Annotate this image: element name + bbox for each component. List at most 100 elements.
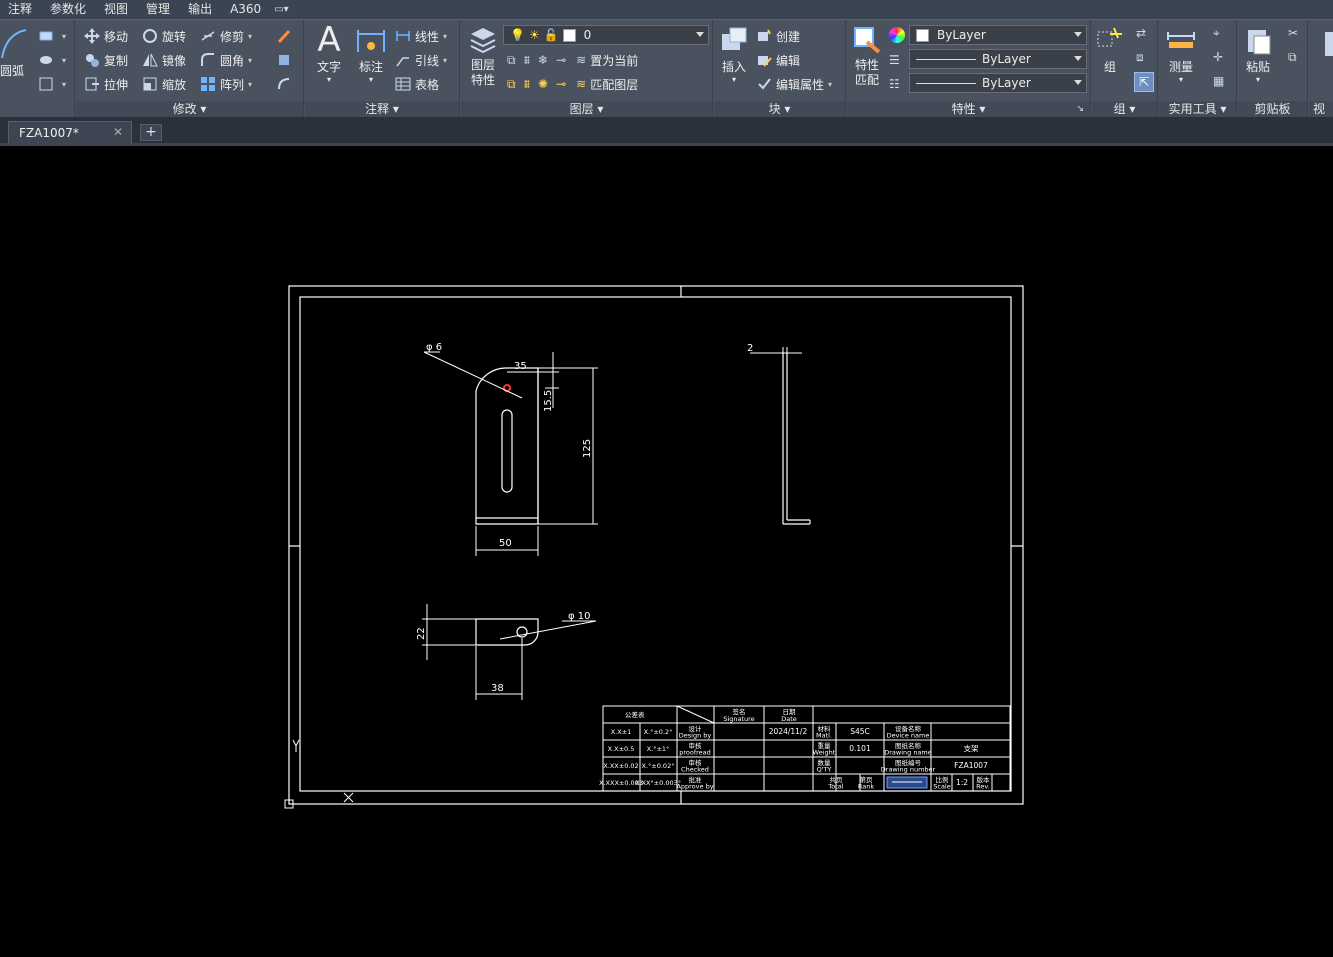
paste-button[interactable]: 粘贴 ▾ bbox=[1242, 24, 1274, 84]
trim-icon bbox=[201, 31, 215, 41]
tb-signature-en: Signature bbox=[723, 715, 754, 723]
tb-role-proofread: 审核 proofread bbox=[679, 741, 711, 757]
tb-label-line: Total bbox=[827, 783, 843, 791]
match-properties-button[interactable]: 特性 匹配 bbox=[851, 24, 883, 88]
dialog-launcher-icon[interactable]: ↘ bbox=[1076, 101, 1084, 118]
set-current-button[interactable]: ≋ 置为当前 bbox=[576, 52, 638, 69]
dim-50: 50 bbox=[499, 538, 512, 549]
linetype-dropdown[interactable]: ByLayer bbox=[909, 49, 1087, 69]
top-view[interactable] bbox=[475, 618, 539, 646]
block-panel-title[interactable]: 块 ▾ bbox=[714, 101, 845, 118]
create-block-button[interactable]: 创建 bbox=[756, 26, 800, 46]
new-tab-button[interactable]: + bbox=[140, 124, 162, 141]
group-panel-title[interactable]: 组 ▾ bbox=[1092, 101, 1157, 118]
workspace-switch-icon[interactable]: ▭▾ bbox=[274, 4, 288, 15]
table-button[interactable]: 表格 bbox=[395, 74, 439, 94]
copy-clip-icon[interactable]: ⧉ bbox=[1288, 50, 1297, 65]
point-icon[interactable]: ✛ bbox=[1213, 50, 1223, 64]
layer-off-icon[interactable]: ⧉ bbox=[507, 53, 516, 68]
hatch-icon bbox=[40, 56, 52, 64]
tb-drawing-name-value: 支架 bbox=[964, 743, 979, 753]
mirror-button[interactable]: 镜像 bbox=[142, 50, 186, 70]
view-panel-title[interactable]: 视图 bbox=[1309, 101, 1333, 118]
copy-button[interactable]: 复制 bbox=[84, 50, 128, 70]
layer-unlock-icon[interactable]: ⊸ bbox=[556, 77, 566, 91]
layer-walk-icon[interactable]: ⩩ bbox=[524, 77, 530, 92]
menu-item-annotate[interactable]: 注释 bbox=[0, 0, 41, 19]
group-button[interactable]: 组 bbox=[1094, 24, 1126, 75]
menu-item-parametric[interactable]: 参数化 bbox=[41, 0, 95, 19]
draw-small-3[interactable]: ▾ bbox=[38, 74, 66, 94]
layer-freeze-icon[interactable]: ❄ bbox=[538, 53, 548, 67]
drawing-canvas[interactable]: φ 6 35 15.5 125 50 2 22 φ 10 38 公差表 签名 Si… bbox=[0, 146, 1333, 957]
panel-layers: 图层 特性 💡 ☀ 🔓 0 ⧉ ⩩ ❄ ⊸ ≋ 置为当前 ⧉ ⩩ ✺ ⊸ ≋ 匹配图… bbox=[461, 20, 713, 118]
move-button[interactable]: 移动 bbox=[84, 26, 128, 46]
menu-item-manage[interactable]: 管理 bbox=[137, 0, 179, 19]
arc-button[interactable]: 圆弧 bbox=[0, 60, 24, 80]
layer-isolate-icon[interactable]: ⩩ bbox=[524, 53, 530, 68]
menu-item-a360[interactable]: A360 bbox=[221, 0, 270, 19]
tb-label-line: Weight bbox=[813, 749, 836, 757]
leader-button[interactable]: 引线 ▾ bbox=[395, 50, 447, 70]
ungroup-icon[interactable]: ⇄ bbox=[1136, 26, 1146, 40]
view-icon[interactable] bbox=[1323, 30, 1333, 58]
layers-panel-title[interactable]: 图层 ▾ bbox=[461, 101, 712, 118]
lineweight-dropdown[interactable]: ByLayer bbox=[909, 73, 1087, 93]
stretch-button[interactable]: 拉伸 bbox=[84, 74, 128, 94]
side-view[interactable] bbox=[782, 352, 811, 525]
match-layer-button[interactable]: ≋ 匹配图层 bbox=[576, 76, 638, 93]
layer-properties-button[interactable]: 图层 特性 bbox=[467, 24, 499, 88]
arc-icon[interactable] bbox=[0, 26, 28, 62]
arc-label: 圆弧 bbox=[0, 63, 25, 78]
insert-button[interactable]: 插入 ▾ bbox=[718, 24, 750, 84]
tb-role-approve: 批准 Approve by bbox=[676, 775, 713, 791]
layer-on-icon[interactable]: ⧉ bbox=[507, 77, 516, 92]
calculator-icon[interactable]: ▦ bbox=[1213, 74, 1224, 88]
tb-label-line: Drawing number bbox=[881, 766, 936, 774]
offset-button[interactable] bbox=[276, 74, 296, 94]
group-select-icon[interactable]: ⇱ bbox=[1134, 72, 1154, 92]
utilities-panel-title[interactable]: 实用工具 ▾ bbox=[1159, 101, 1236, 118]
insert-block-icon bbox=[722, 27, 747, 50]
menu-item-output[interactable]: 输出 bbox=[179, 0, 221, 19]
properties-panel-title[interactable]: 特性 ▾ ↘ bbox=[847, 101, 1090, 118]
dimension-button[interactable]: 标注 ▾ bbox=[355, 24, 387, 84]
rotate-button[interactable]: 旋转 bbox=[142, 26, 186, 46]
annotation-panel-title[interactable]: 注释 ▾ bbox=[305, 101, 459, 118]
linetype-icon: ☰ bbox=[889, 53, 900, 67]
layer-lock-icon[interactable]: ⊸ bbox=[556, 53, 566, 67]
text-button[interactable]: A 文字 ▾ bbox=[313, 23, 345, 84]
tb-label-line: Q'TY bbox=[817, 766, 832, 774]
fillet-button[interactable]: 圆角 ▾ bbox=[200, 50, 252, 70]
layer-dropdown[interactable]: 💡 ☀ 🔓 0 bbox=[503, 25, 709, 45]
trim-button[interactable]: 修剪 ▾ bbox=[200, 26, 252, 46]
linear-button[interactable]: 线性 ▾ bbox=[395, 26, 447, 46]
edit-attributes-button[interactable]: 编辑属性 ▾ bbox=[756, 74, 832, 94]
cut-icon[interactable]: ✂ bbox=[1288, 26, 1298, 40]
explode-button[interactable] bbox=[276, 50, 296, 70]
panel-draw: 圆弧 ▾ ▾ ▾ bbox=[0, 20, 75, 118]
model-space[interactable]: φ 6 35 15.5 125 50 2 22 φ 10 38 公差表 签名 Si… bbox=[0, 146, 1333, 957]
modify-panel-title[interactable]: 修改 ▾ bbox=[76, 101, 303, 118]
panel-properties: 特性 匹配 ☰ ☷ ByLayer ByLayer ByLayer 特性 ▾ ↘ bbox=[847, 20, 1091, 118]
measure-button[interactable]: 测量 ▾ bbox=[1165, 24, 1197, 84]
color-dropdown[interactable]: ByLayer bbox=[909, 25, 1087, 45]
menu-item-view[interactable]: 视图 bbox=[95, 0, 137, 19]
edit-block-button[interactable]: 编辑 bbox=[756, 50, 800, 70]
group-edit-icon[interactable]: ⧈ bbox=[1136, 50, 1144, 65]
draw-small-2[interactable]: ▾ bbox=[38, 50, 66, 70]
document-tab[interactable]: FZA1007* ✕ bbox=[8, 121, 132, 143]
erase-button[interactable] bbox=[276, 26, 296, 46]
close-icon[interactable]: ✕ bbox=[113, 125, 123, 139]
array-button[interactable]: 阵列 ▾ bbox=[200, 74, 252, 94]
light-on-icon: 💡 bbox=[510, 28, 525, 42]
tb-weight-label: 重量 Weight bbox=[813, 742, 836, 757]
id-point-icon[interactable]: ⌖ bbox=[1213, 26, 1220, 41]
layer-thaw-icon[interactable]: ✺ bbox=[538, 77, 548, 91]
edit-block-icon bbox=[758, 56, 772, 67]
tb-drawing-number-value: FZA1007 bbox=[954, 761, 988, 770]
panel-view: 视图 bbox=[1309, 20, 1333, 118]
draw-small-1[interactable]: ▾ bbox=[38, 26, 66, 46]
scale-button[interactable]: 缩放 bbox=[142, 74, 186, 94]
clipboard-panel-title[interactable]: 剪贴板 bbox=[1238, 101, 1307, 118]
